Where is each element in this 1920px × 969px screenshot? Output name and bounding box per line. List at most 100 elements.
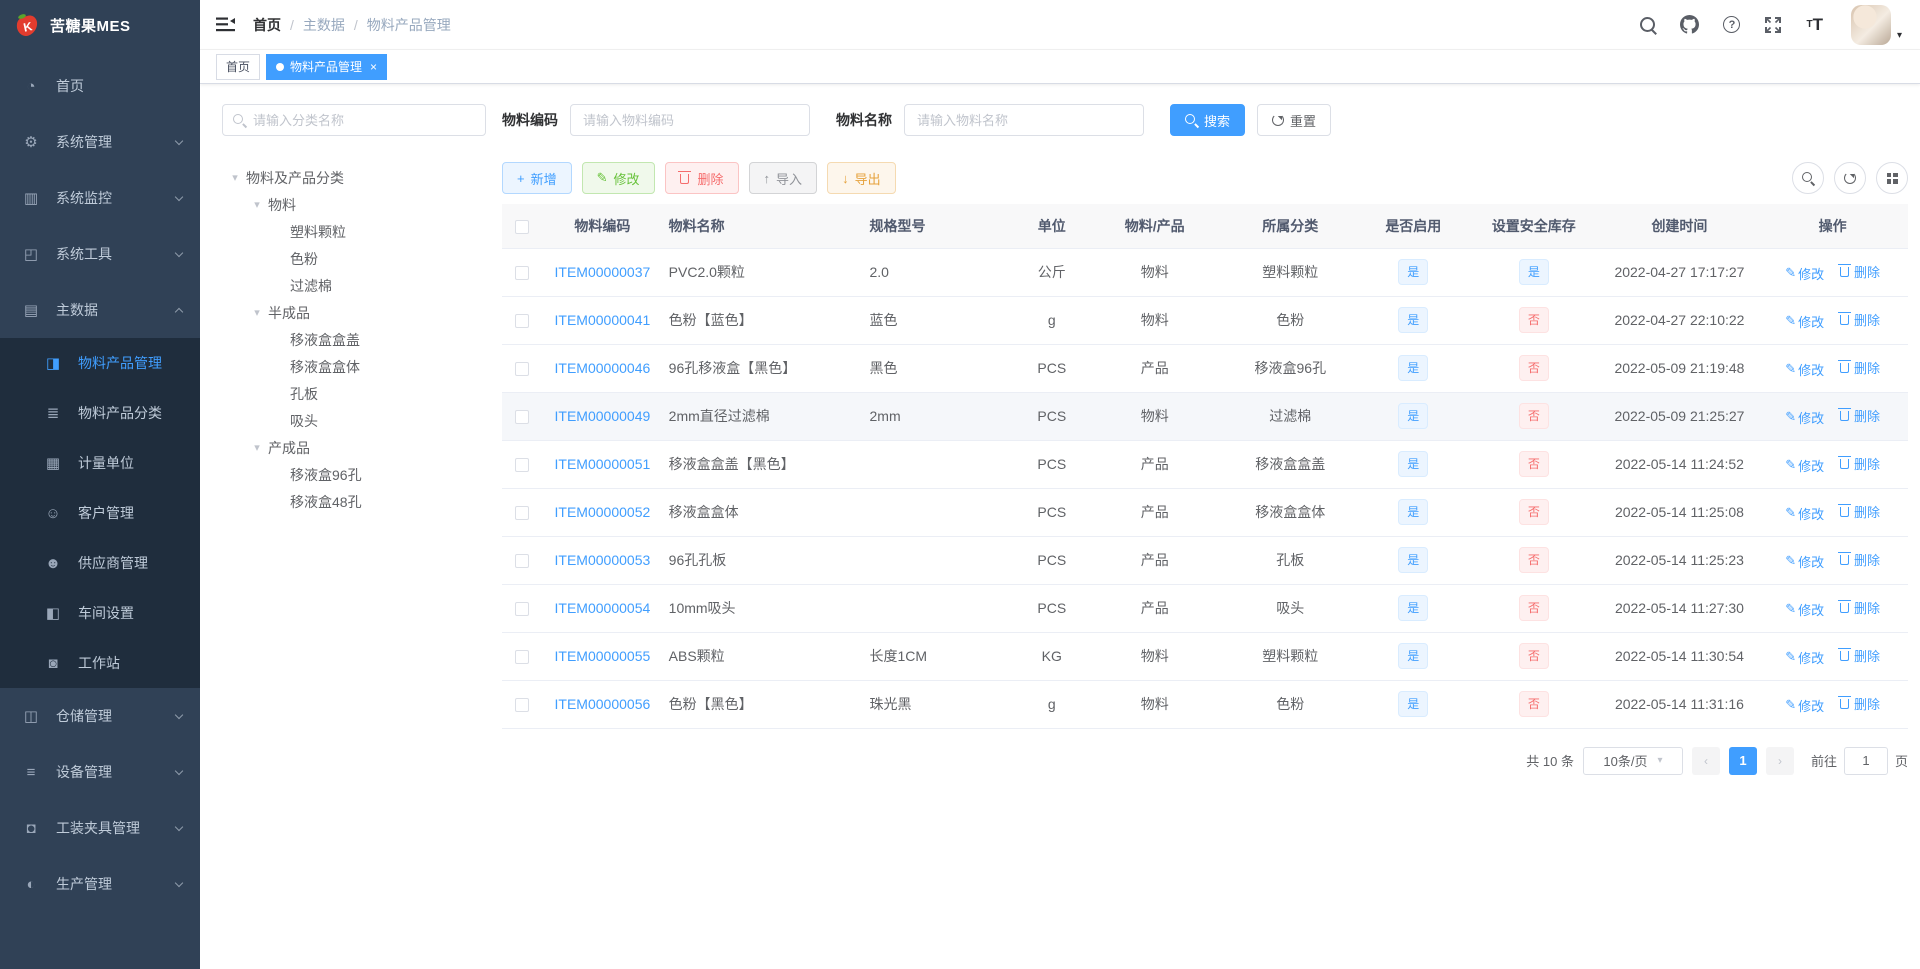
current-page-button[interactable]: 1: [1728, 746, 1757, 775]
row-delete-link[interactable]: 删除: [1838, 454, 1880, 473]
show-search-button[interactable]: [1792, 162, 1824, 194]
tree-node[interactable]: 移液盒盒盖: [222, 326, 486, 353]
sidebar-item-system-tools[interactable]: ◰ 系统工具: [0, 226, 200, 282]
add-button[interactable]: + 新增: [502, 162, 572, 194]
columns-button[interactable]: [1876, 162, 1908, 194]
row-edit-link[interactable]: ✎ 修改: [1785, 360, 1824, 379]
sidebar-item-warehouse-manage[interactable]: ◫ 仓储管理: [0, 688, 200, 744]
tree-node[interactable]: 孔板: [222, 380, 486, 407]
item-code-link[interactable]: ITEM00000037: [555, 264, 651, 280]
header-search-icon[interactable]: [1640, 16, 1656, 33]
category-search-input[interactable]: [253, 112, 475, 128]
row-checkbox[interactable]: [515, 554, 530, 569]
row-checkbox[interactable]: [515, 698, 530, 713]
row-edit-link[interactable]: ✎ 修改: [1785, 600, 1824, 619]
sidebar-item-material-product-category[interactable]: ≣ 物料产品分类: [0, 388, 200, 438]
tree-node[interactable]: 过滤棉: [222, 272, 486, 299]
row-checkbox[interactable]: [515, 410, 530, 425]
tab-物料产品管理[interactable]: 物料产品管理 ×: [266, 53, 388, 80]
fullscreen-icon[interactable]: [1764, 16, 1782, 34]
sidebar-toggle-icon[interactable]: [216, 17, 235, 32]
page-size-select[interactable]: 10条/页 ▾: [1582, 746, 1683, 775]
tree-node[interactable]: ▾ 物料及产品分类: [222, 164, 486, 191]
row-delete-link[interactable]: 删除: [1838, 406, 1880, 425]
sidebar-item-master-data[interactable]: ▤ 主数据: [0, 282, 200, 338]
breadcrumb-item[interactable]: 首页: [253, 15, 281, 35]
item-code-link[interactable]: ITEM00000049: [555, 408, 651, 424]
user-menu[interactable]: ▾: [1850, 4, 1902, 45]
reset-button[interactable]: 重置: [1257, 104, 1332, 136]
caret-down-icon[interactable]: ▾: [250, 198, 264, 211]
sidebar-item-workshop-setting[interactable]: ◧ 车间设置: [0, 588, 200, 638]
tree-node[interactable]: 移液盒盒体: [222, 353, 486, 380]
row-edit-link[interactable]: ✎ 修改: [1785, 456, 1824, 475]
goto-page-input[interactable]: [1843, 746, 1888, 775]
row-edit-link[interactable]: ✎ 修改: [1785, 648, 1824, 667]
row-checkbox[interactable]: [515, 266, 530, 281]
tree-node[interactable]: 吸头: [222, 407, 486, 434]
material-code-input[interactable]: [570, 104, 810, 136]
tree-node[interactable]: 移液盒48孔: [222, 488, 486, 515]
app-logo[interactable]: K 苦糖果MES: [0, 0, 200, 50]
sidebar-item-supplier-manage[interactable]: ☻ 供应商管理: [0, 538, 200, 588]
sidebar-item-measure-unit[interactable]: ▦ 计量单位: [0, 438, 200, 488]
row-checkbox[interactable]: [515, 650, 530, 665]
sidebar-item-equipment-manage[interactable]: ≡ 设备管理: [0, 744, 200, 800]
sidebar-item-workstation[interactable]: ◙ 工作站: [0, 638, 200, 688]
help-icon[interactable]: ?: [1723, 16, 1741, 33]
refresh-button[interactable]: [1834, 162, 1866, 194]
sidebar-item-production-manage[interactable]: ◐ 生产管理: [0, 856, 200, 912]
tree-node[interactable]: ▾ 产成品: [222, 434, 486, 461]
item-code-link[interactable]: ITEM00000054: [555, 600, 651, 616]
item-code-link[interactable]: ITEM00000056: [555, 696, 651, 712]
select-all-checkbox[interactable]: [515, 219, 530, 234]
tree-node[interactable]: ▾ 半成品: [222, 299, 486, 326]
sidebar-item-material-product-manage[interactable]: ◨ 物料产品管理: [0, 338, 200, 388]
sidebar-item-home[interactable]: ◔ 首页: [0, 58, 200, 114]
item-code-link[interactable]: ITEM00000052: [555, 504, 651, 520]
row-edit-link[interactable]: ✎ 修改: [1785, 696, 1824, 715]
caret-down-icon[interactable]: ▾: [228, 171, 242, 184]
font-size-icon[interactable]: TT: [1806, 15, 1823, 35]
row-edit-link[interactable]: ✎ 修改: [1785, 504, 1824, 523]
tree-node[interactable]: 色粉: [222, 245, 486, 272]
sidebar-item-customer-manage[interactable]: ☺ 客户管理: [0, 488, 200, 538]
sidebar-item-system-manage[interactable]: ⚙ 系统管理: [0, 114, 200, 170]
row-edit-link[interactable]: ✎ 修改: [1785, 552, 1824, 571]
row-checkbox[interactable]: [515, 458, 530, 473]
prev-page-button[interactable]: ‹: [1691, 746, 1720, 775]
row-delete-link[interactable]: 删除: [1838, 646, 1880, 665]
item-code-link[interactable]: ITEM00000051: [555, 456, 651, 472]
search-button[interactable]: 搜索: [1170, 104, 1246, 136]
item-code-link[interactable]: ITEM00000055: [555, 648, 651, 664]
caret-down-icon[interactable]: ▾: [250, 306, 264, 319]
import-button[interactable]: ↑ 导入: [748, 162, 818, 194]
tab-首页[interactable]: 首页: [216, 53, 261, 80]
item-code-link[interactable]: ITEM00000053: [555, 552, 651, 568]
row-delete-link[interactable]: 删除: [1838, 310, 1880, 329]
row-delete-link[interactable]: 删除: [1838, 598, 1880, 617]
item-code-link[interactable]: ITEM00000041: [555, 312, 651, 328]
sidebar-item-fixture-manage[interactable]: ◘ 工装夹具管理: [0, 800, 200, 856]
row-checkbox[interactable]: [515, 314, 530, 329]
github-icon[interactable]: [1680, 15, 1700, 34]
tree-node[interactable]: ▾ 物料: [222, 191, 486, 218]
sidebar-item-system-monitor[interactable]: ▥ 系统监控: [0, 170, 200, 226]
next-page-button[interactable]: ›: [1765, 746, 1794, 775]
row-edit-link[interactable]: ✎ 修改: [1785, 312, 1824, 331]
tree-node[interactable]: 移液盒96孔: [222, 461, 486, 488]
export-button[interactable]: ↓ 导出: [827, 162, 896, 194]
row-delete-link[interactable]: 删除: [1838, 502, 1880, 521]
row-edit-link[interactable]: ✎ 修改: [1785, 408, 1824, 427]
row-edit-link[interactable]: ✎ 修改: [1785, 264, 1824, 283]
row-delete-link[interactable]: 删除: [1838, 694, 1880, 713]
material-name-input[interactable]: [904, 104, 1144, 136]
item-code-link[interactable]: ITEM00000046: [555, 360, 651, 376]
row-checkbox[interactable]: [515, 506, 530, 521]
row-delete-link[interactable]: 删除: [1838, 262, 1880, 281]
edit-button[interactable]: ✎ 修改: [581, 162, 655, 194]
caret-down-icon[interactable]: ▾: [250, 441, 264, 454]
tree-node[interactable]: 塑料颗粒: [222, 218, 486, 245]
row-delete-link[interactable]: 删除: [1838, 550, 1880, 569]
row-checkbox[interactable]: [515, 602, 530, 617]
